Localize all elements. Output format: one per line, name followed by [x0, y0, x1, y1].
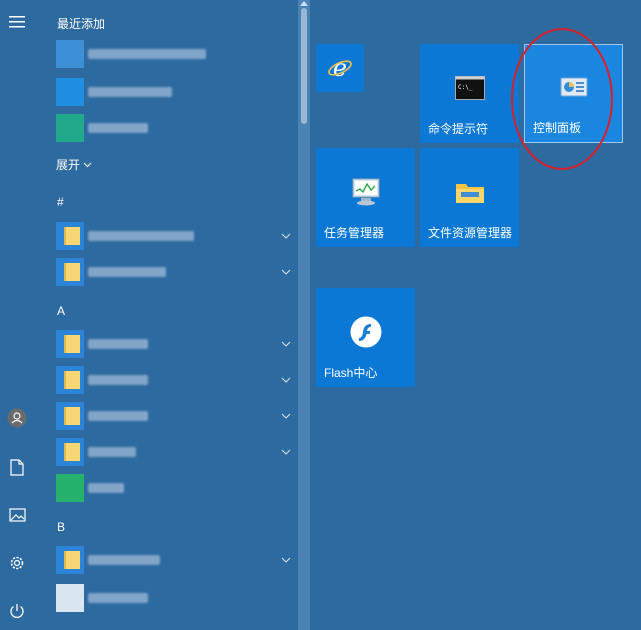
picture-icon [8, 508, 26, 522]
list-item[interactable] [52, 220, 298, 252]
tile-file-explorer[interactable]: 文件资源管理器 [420, 148, 519, 247]
pictures-button[interactable] [0, 498, 34, 532]
app-icon [56, 584, 84, 612]
tile-command-prompt[interactable]: C:\_ 命令提示符 [420, 44, 519, 143]
app-icon [56, 40, 84, 68]
tile-flash-center[interactable]: Flash中心 [316, 288, 415, 387]
app-label-obscured [88, 231, 194, 241]
list-item[interactable] [52, 38, 298, 70]
section-header-hash[interactable]: # [57, 195, 64, 209]
folder-icon [64, 407, 80, 425]
folder-icon [64, 443, 80, 461]
tile-label: 控制面板 [533, 121, 582, 135]
list-item[interactable] [52, 544, 298, 576]
app-label-obscured [88, 447, 136, 457]
chevron-down-icon[interactable] [280, 410, 292, 422]
control-panel-icon [560, 77, 587, 97]
tile-label: Flash中心 [324, 366, 378, 380]
app-label-obscured [88, 375, 148, 385]
scroll-up-arrow-icon[interactable] [300, 0, 308, 6]
app-icon [56, 438, 84, 466]
list-item[interactable] [52, 364, 298, 396]
chevron-down-icon[interactable] [280, 446, 292, 458]
folder-icon [64, 371, 80, 389]
hamburger-icon [9, 16, 25, 28]
app-icon [56, 222, 84, 250]
app-label-obscured [88, 555, 160, 565]
tile-task-manager[interactable]: 任务管理器 [316, 148, 415, 247]
tile-control-panel[interactable]: 控制面板 [524, 44, 623, 143]
list-item[interactable] [52, 112, 298, 144]
app-icon [56, 474, 84, 502]
tile-label: 文件资源管理器 [428, 226, 513, 240]
chevron-down-icon [83, 162, 92, 167]
folder-icon [64, 335, 80, 353]
folder-icon [64, 263, 80, 281]
list-item[interactable] [52, 76, 298, 108]
app-list: 最近添加 展开 # A B [40, 0, 298, 630]
list-item[interactable] [52, 328, 298, 360]
user-avatar-icon [7, 408, 27, 428]
app-icon [56, 114, 84, 142]
gear-icon [10, 556, 24, 570]
recent-header: 最近添加 [57, 17, 106, 31]
app-list-scrollbar[interactable] [298, 0, 310, 630]
chevron-down-icon[interactable] [280, 374, 292, 386]
list-item[interactable] [52, 400, 298, 432]
app-label-obscured [88, 123, 148, 133]
svg-text:C:\_: C:\_ [458, 84, 473, 91]
start-menu: 最近添加 展开 # A B e C:\_ 命令提示符 控制面板 任务管理器 文件… [0, 0, 641, 630]
tile-label: 任务管理器 [324, 226, 385, 240]
start-rail [0, 0, 34, 630]
settings-button[interactable] [0, 546, 34, 580]
app-label-obscured [88, 411, 148, 421]
power-button[interactable] [0, 594, 34, 628]
tile-internet-explorer[interactable]: e [316, 44, 364, 92]
folder-icon [64, 551, 80, 569]
app-label-obscured [88, 593, 148, 603]
app-icon [56, 402, 84, 430]
list-item[interactable] [52, 472, 298, 504]
app-label-obscured [88, 49, 206, 59]
app-label-obscured [88, 87, 172, 97]
app-label-obscured [88, 339, 148, 349]
documents-button[interactable] [0, 450, 34, 484]
app-icon [56, 546, 84, 574]
chevron-down-icon[interactable] [280, 554, 292, 566]
app-icon [56, 78, 84, 106]
scroll-thumb[interactable] [301, 8, 307, 124]
app-label-obscured [88, 483, 124, 493]
command-prompt-icon: C:\_ [454, 75, 485, 100]
folder-icon [64, 227, 80, 245]
flash-icon [350, 316, 381, 348]
list-item[interactable] [52, 256, 298, 288]
expand-label: 展开 [56, 158, 81, 172]
app-icon [56, 330, 84, 358]
folder-icon [455, 183, 484, 203]
power-icon [10, 604, 24, 618]
user-button[interactable] [0, 401, 34, 435]
chevron-down-icon[interactable] [280, 230, 292, 242]
chevron-down-icon[interactable] [280, 338, 292, 350]
app-label-obscured [88, 267, 166, 277]
expand-button[interactable]: 展开 [56, 156, 92, 173]
internet-explorer-icon: e [328, 55, 352, 81]
chevron-down-icon[interactable] [280, 266, 292, 278]
app-icon [56, 258, 84, 286]
task-manager-icon [352, 178, 379, 206]
list-item[interactable] [52, 582, 298, 614]
svg-text:e: e [333, 55, 347, 81]
app-icon [56, 366, 84, 394]
tile-label: 命令提示符 [428, 122, 489, 136]
list-item[interactable] [52, 436, 298, 468]
section-header-b[interactable]: B [57, 520, 65, 534]
section-header-a[interactable]: A [57, 304, 65, 318]
document-icon [10, 458, 24, 476]
menu-button[interactable] [0, 5, 34, 39]
